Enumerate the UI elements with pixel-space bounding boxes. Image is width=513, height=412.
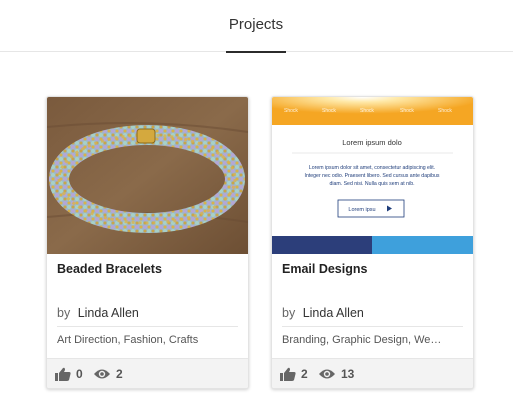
email-nav-item: Shock xyxy=(400,108,414,114)
tab-projects-label: Projects xyxy=(228,16,284,33)
likes-count: 2 xyxy=(301,367,308,381)
owner-name-link[interactable]: Linda Allen xyxy=(78,306,139,320)
email-nav-item: Shock xyxy=(438,108,452,114)
email-design-thumbnail[interactable]: Shock Shock Shock Shock Shock Lorem ipsu… xyxy=(272,97,473,254)
likes-stat: 0 xyxy=(55,367,83,381)
views-count: 13 xyxy=(341,367,355,381)
project-title[interactable]: Email Designs xyxy=(282,262,367,276)
project-fields: Art Direction, Fashion, Crafts xyxy=(57,334,199,346)
bracelet-image xyxy=(47,97,248,254)
email-button-label: Lorem ipsu xyxy=(348,207,375,213)
project-fields: Branding, Graphic Design, We… xyxy=(282,334,442,346)
eye-icon xyxy=(94,369,110,379)
tab-bar: Projects xyxy=(0,0,513,53)
views-count: 2 xyxy=(116,367,123,381)
likes-count: 0 xyxy=(76,367,83,381)
project-card[interactable]: Shock Shock Shock Shock Shock Lorem ipsu… xyxy=(271,96,474,389)
card-divider xyxy=(57,326,238,327)
email-nav-item: Shock xyxy=(322,108,336,114)
email-body-line: Integer nec odio. Praesent libero. Sed c… xyxy=(305,173,440,179)
email-design-image: Shock Shock Shock Shock Shock Lorem ipsu… xyxy=(272,97,473,254)
project-stats: 2 13 xyxy=(272,358,473,388)
project-stats: 0 2 xyxy=(47,358,248,388)
tab-projects[interactable]: Projects xyxy=(226,0,286,53)
owner-by-label: by xyxy=(282,306,296,320)
project-title[interactable]: Beaded Bracelets xyxy=(57,262,162,276)
email-nav-item: Shock xyxy=(284,108,298,114)
thumbs-up-icon xyxy=(280,367,296,381)
email-nav-item: Shock xyxy=(360,108,374,114)
email-body-line: diam. Sed nisi. Nulla quis sem at nib. xyxy=(329,181,414,187)
bracelet-thumbnail[interactable] xyxy=(47,97,248,254)
thumbs-up-icon xyxy=(55,367,71,381)
project-card[interactable]: Beaded Bracelets by Linda Allen Art Dire… xyxy=(46,96,249,389)
views-stat: 2 xyxy=(93,367,123,381)
card-divider xyxy=(282,326,463,327)
tab-active-indicator xyxy=(226,51,286,53)
eye-icon xyxy=(319,369,335,379)
project-owner: by Linda Allen xyxy=(282,306,364,320)
email-heading: Lorem ipsum dolo xyxy=(342,138,402,147)
owner-name-link[interactable]: Linda Allen xyxy=(303,306,364,320)
owner-by-label: by xyxy=(57,306,71,320)
views-stat: 13 xyxy=(318,367,354,381)
project-owner: by Linda Allen xyxy=(57,306,139,320)
likes-stat: 2 xyxy=(280,367,308,381)
email-body-line: Lorem ipsum dolor sit amet, consectetur … xyxy=(309,165,435,171)
